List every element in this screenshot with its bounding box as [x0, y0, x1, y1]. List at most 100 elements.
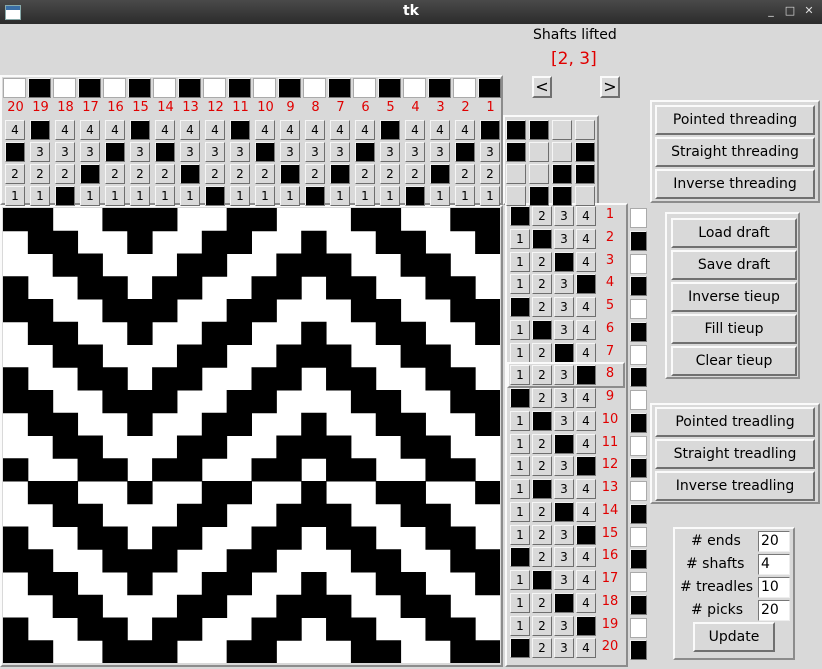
- threading-cell[interactable]: [55, 186, 75, 206]
- threading-cell[interactable]: 4: [55, 120, 75, 140]
- threading-cell[interactable]: 4: [330, 120, 350, 140]
- threading-cell[interactable]: 3: [130, 142, 150, 162]
- treadling-cell[interactable]: 3: [554, 525, 574, 545]
- threading-cell[interactable]: 3: [330, 142, 350, 162]
- treadling-cell[interactable]: 1: [510, 229, 530, 249]
- threading-cell[interactable]: [30, 120, 50, 140]
- treadling-cell[interactable]: 1: [510, 502, 530, 522]
- close-icon[interactable]: ✕: [803, 5, 815, 17]
- treadling-cell[interactable]: 2: [532, 206, 552, 226]
- treadles-input[interactable]: 10: [758, 577, 790, 598]
- tieup-cell[interactable]: [506, 164, 526, 184]
- treadling-cell[interactable]: [532, 570, 552, 590]
- prev-pick-button[interactable]: <: [532, 76, 552, 98]
- weft-color-cell[interactable]: [630, 299, 647, 319]
- warp-color-cell[interactable]: [103, 78, 126, 98]
- treadling-cell[interactable]: 2: [532, 456, 552, 476]
- threading-cell[interactable]: 1: [480, 186, 500, 206]
- treadling-cell[interactable]: 2: [532, 297, 552, 317]
- treadling-cell[interactable]: 1: [510, 479, 530, 499]
- threading-cell[interactable]: 2: [5, 164, 25, 184]
- treadling-cell[interactable]: 4: [576, 411, 596, 431]
- warp-color-cell[interactable]: [3, 78, 26, 98]
- weft-color-cell[interactable]: [630, 413, 647, 433]
- treadling-cell[interactable]: [510, 388, 530, 408]
- warp-color-cell[interactable]: [153, 78, 176, 98]
- threading-cell[interactable]: [405, 186, 425, 206]
- treadling-cell[interactable]: 2: [532, 343, 552, 363]
- weft-color-cell[interactable]: [630, 208, 647, 228]
- treadling-cell[interactable]: 1: [510, 343, 530, 363]
- treadling-cell[interactable]: 1: [510, 616, 530, 636]
- warp-color-cell[interactable]: [128, 78, 151, 98]
- threading-cell[interactable]: 2: [55, 164, 75, 184]
- treadling-cell[interactable]: [554, 434, 574, 454]
- threading-cell[interactable]: 4: [155, 120, 175, 140]
- threading-cell[interactable]: 3: [280, 142, 300, 162]
- threading-cell[interactable]: 1: [280, 186, 300, 206]
- treadling-cell[interactable]: [532, 479, 552, 499]
- warp-color-cell[interactable]: [328, 78, 351, 98]
- treadling-cell[interactable]: 3: [554, 479, 574, 499]
- warp-color-cell[interactable]: [478, 78, 501, 98]
- tieup-cell[interactable]: [575, 120, 595, 140]
- threading-cell[interactable]: 2: [230, 164, 250, 184]
- threading-cell[interactable]: [205, 186, 225, 206]
- treadling-cell[interactable]: 1: [510, 593, 530, 613]
- treadling-cell[interactable]: [532, 411, 552, 431]
- threading-cell[interactable]: 1: [255, 186, 275, 206]
- threading-cell[interactable]: [105, 142, 125, 162]
- treadling-cell[interactable]: 3: [554, 456, 574, 476]
- treadling-cell[interactable]: 2: [532, 547, 552, 567]
- treadling-cell[interactable]: [532, 320, 552, 340]
- threading-cell[interactable]: 1: [5, 186, 25, 206]
- threading-cell[interactable]: 3: [380, 142, 400, 162]
- threading-cell[interactable]: 3: [80, 142, 100, 162]
- treadling-cell[interactable]: 3: [554, 388, 574, 408]
- threading-cell[interactable]: 4: [355, 120, 375, 140]
- save-draft-button[interactable]: Save draft: [671, 250, 797, 280]
- inverse-tieup-button[interactable]: Inverse tieup: [671, 282, 797, 312]
- tieup-cell[interactable]: [506, 120, 526, 140]
- threading-cell[interactable]: 1: [30, 186, 50, 206]
- treadling-cell[interactable]: 4: [576, 297, 596, 317]
- treadling-cell[interactable]: 1: [510, 274, 530, 294]
- threading-cell[interactable]: 1: [455, 186, 475, 206]
- threading-cell[interactable]: 1: [180, 186, 200, 206]
- threading-cell[interactable]: 4: [205, 120, 225, 140]
- treadling-cell[interactable]: 2: [532, 525, 552, 545]
- weft-color-cell[interactable]: [630, 254, 647, 274]
- tieup-cell[interactable]: [506, 142, 526, 162]
- threading-cell[interactable]: 3: [405, 142, 425, 162]
- straight-treadling-button[interactable]: Straight treadling: [655, 439, 815, 469]
- threading-cell[interactable]: 2: [405, 164, 425, 184]
- treadling-cell[interactable]: 3: [554, 411, 574, 431]
- treadling-cell[interactable]: 3: [554, 206, 574, 226]
- treadling-cell[interactable]: 4: [576, 343, 596, 363]
- warp-color-cell[interactable]: [453, 78, 476, 98]
- threading-cell[interactable]: 3: [30, 142, 50, 162]
- threading-cell[interactable]: 2: [30, 164, 50, 184]
- warp-color-cell[interactable]: [78, 78, 101, 98]
- update-button[interactable]: Update: [693, 622, 775, 652]
- inverse-treadling-button[interactable]: Inverse treadling: [655, 471, 815, 501]
- threading-cell[interactable]: [255, 142, 275, 162]
- pointed-treadling-button[interactable]: Pointed treadling: [655, 407, 815, 437]
- treadling-cell[interactable]: 4: [576, 252, 596, 272]
- treadling-cell[interactable]: [532, 229, 552, 249]
- threading-cell[interactable]: 4: [5, 120, 25, 140]
- warp-color-cell[interactable]: [253, 78, 276, 98]
- threading-cell[interactable]: 1: [330, 186, 350, 206]
- treadling-cell[interactable]: 3: [554, 274, 574, 294]
- treadling-cell[interactable]: 3: [554, 229, 574, 249]
- maximize-icon[interactable]: □: [784, 5, 796, 17]
- treadling-cell[interactable]: 3: [554, 547, 574, 567]
- treadling-cell[interactable]: [554, 343, 574, 363]
- weft-color-cell[interactable]: [630, 345, 647, 365]
- threading-cell[interactable]: 3: [205, 142, 225, 162]
- treadling-cell[interactable]: 3: [554, 297, 574, 317]
- tieup-cell[interactable]: [529, 120, 549, 140]
- threading-cell[interactable]: [80, 164, 100, 184]
- treadling-cell[interactable]: 1: [510, 434, 530, 454]
- threading-cell[interactable]: 4: [305, 120, 325, 140]
